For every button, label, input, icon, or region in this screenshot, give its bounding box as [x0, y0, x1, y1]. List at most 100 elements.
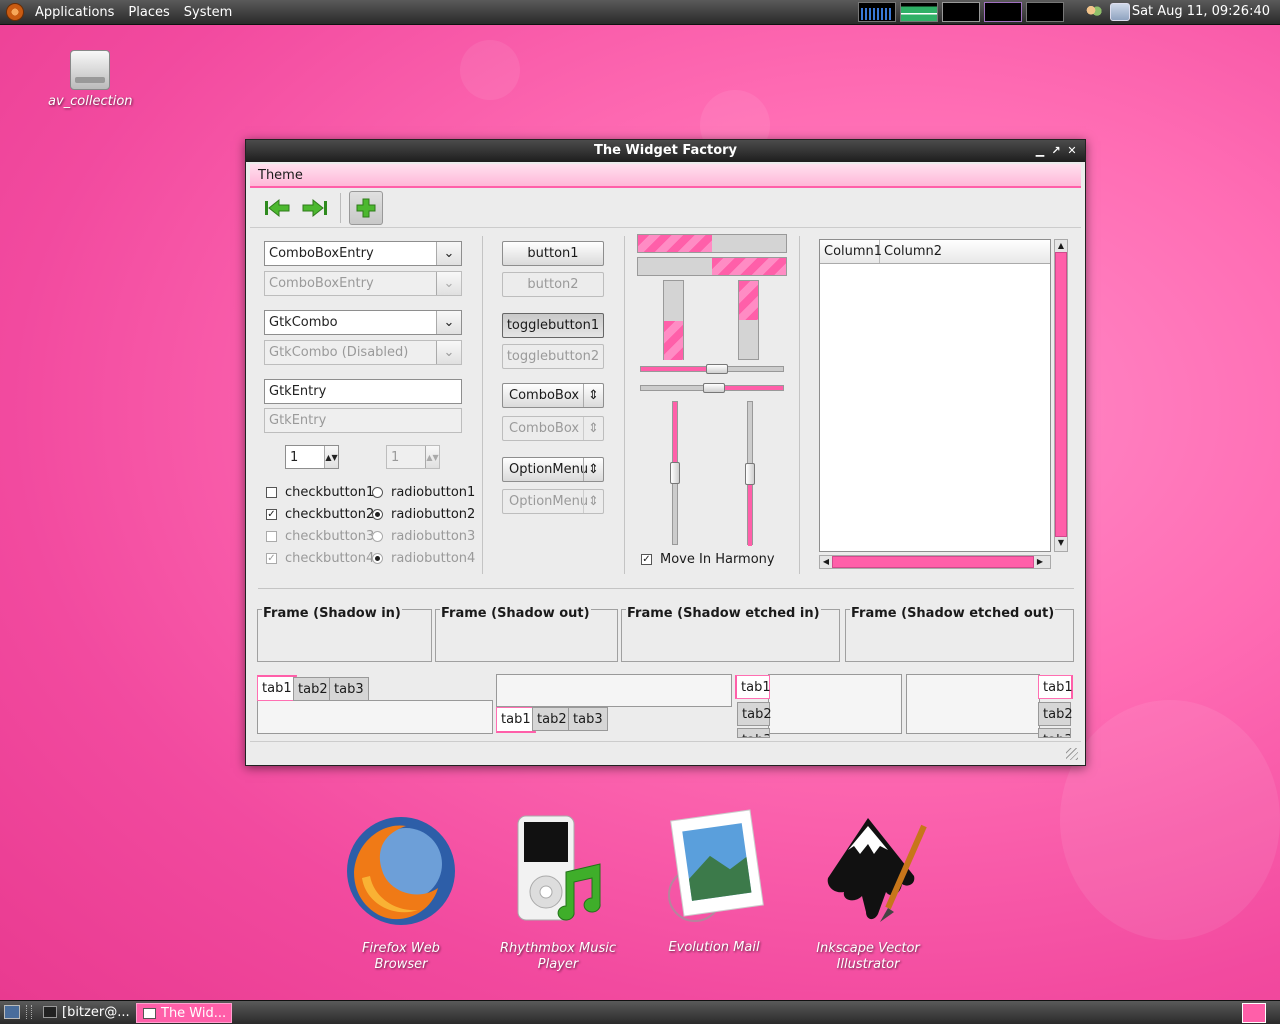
network-icon[interactable] — [1110, 3, 1130, 21]
gtkentry-value: GtkEntry — [269, 384, 327, 399]
tree-hscrollbar[interactable]: ◀ ▶ — [819, 555, 1051, 569]
checkbutton2[interactable]: ✓ checkbutton2 — [266, 507, 374, 522]
network-monitor-graph[interactable] — [942, 2, 980, 22]
chevron-down-icon[interactable]: ⌄ — [436, 242, 461, 265]
task-terminal[interactable]: [bitzer@... — [38, 1003, 130, 1023]
add-icon — [356, 198, 376, 217]
menu-theme[interactable]: Theme — [258, 168, 303, 183]
notebook-top-tab3[interactable]: tab3 — [329, 677, 369, 701]
launcher-evolution[interactable]: Evolution Mail — [655, 805, 773, 956]
workspace-switcher[interactable] — [1242, 1003, 1266, 1023]
swap-monitor-graph[interactable] — [984, 2, 1022, 22]
system-monitors[interactable] — [858, 2, 1064, 22]
checkbutton4-label: checkbutton4 — [285, 551, 375, 566]
launcher-rhythmbox[interactable]: Rhythmbox Music Player — [497, 812, 619, 973]
menu-places[interactable]: Places — [121, 5, 176, 20]
scale-knob[interactable] — [703, 383, 725, 393]
scrollbar-thumb[interactable] — [1055, 252, 1067, 537]
launcher-inkscape[interactable]: Inkscape Vector Illustrator — [806, 812, 930, 973]
notebook-left-tab2[interactable]: tab2 — [737, 702, 772, 726]
scale-knob[interactable] — [745, 463, 755, 485]
notebook-left-tab3[interactable]: tab3 — [737, 728, 770, 738]
frame-label: Frame (Shadow etched in) — [626, 606, 821, 621]
scroll-right-icon[interactable]: ▶ — [1034, 556, 1046, 568]
spin-button-disabled: 1 ▲▼ — [386, 445, 440, 469]
users-icon[interactable] — [1084, 3, 1104, 21]
spin-arrows-icon[interactable]: ▲▼ — [324, 446, 338, 468]
launcher-label: Inkscape Vector Illustrator — [816, 941, 920, 972]
resize-grip-icon[interactable] — [1066, 748, 1078, 760]
scale-knob[interactable] — [670, 462, 680, 484]
combobox-disabled-value: ComboBox — [509, 421, 580, 436]
clock[interactable]: Sat Aug 11, 09:26:40 — [1132, 4, 1270, 19]
vscale-1[interactable] — [670, 401, 680, 545]
menu-system[interactable]: System — [177, 5, 239, 20]
scroll-left-icon[interactable]: ◀ — [820, 556, 832, 568]
hscale-2[interactable] — [640, 383, 784, 393]
menubar: Theme — [250, 164, 1081, 188]
close-icon[interactable]: ✕ — [1067, 140, 1077, 162]
scale-knob[interactable] — [706, 364, 728, 374]
menu-applications[interactable]: Applications — [28, 5, 121, 20]
radio-selected-icon — [372, 509, 383, 520]
notebook-bottom-tab2[interactable]: tab2 — [532, 707, 572, 731]
button1[interactable]: button1 — [502, 241, 604, 266]
gtkcombo-value: GtkCombo — [269, 315, 338, 330]
radiobutton1[interactable]: radiobutton1 — [372, 485, 475, 500]
load-monitor-graph[interactable] — [1026, 2, 1064, 22]
combobox-entry[interactable]: ComboBoxEntry ⌄ — [264, 241, 462, 266]
system-tray — [1084, 3, 1130, 21]
desktop-icon-drive[interactable]: av_collection — [48, 50, 133, 109]
notebook-left-tab1[interactable]: tab1 — [735, 675, 771, 699]
main-menu: Applications Places System — [0, 0, 239, 24]
tree-view[interactable]: Column1 Column2 — [819, 239, 1051, 552]
notebook-right-tab3[interactable]: tab3 — [1038, 728, 1071, 738]
checkbutton1[interactable]: checkbutton1 — [266, 485, 374, 500]
combobox-entry-disabled: ComboBoxEntry ⌄ — [264, 271, 462, 296]
show-desktop-icon[interactable] — [4, 1005, 20, 1019]
tree-vscrollbar[interactable]: ▲ ▼ — [1054, 239, 1068, 552]
notebook-bottom-tab1[interactable]: tab1 — [496, 707, 536, 733]
memory-monitor-graph[interactable] — [900, 2, 938, 22]
distro-logo-icon[interactable] — [6, 3, 24, 21]
notebook-top-tab1[interactable]: tab1 — [257, 675, 297, 701]
notebook-right-tab1[interactable]: tab1 — [1038, 675, 1073, 699]
option-menu[interactable]: OptionMenu ⇕ — [502, 457, 604, 482]
hscale-1[interactable] — [640, 364, 784, 374]
togglebutton1[interactable]: togglebutton1 — [502, 313, 604, 338]
combobox-entry-value: ComboBoxEntry — [269, 246, 374, 261]
move-in-harmony-check[interactable]: ✓ Move In Harmony — [641, 552, 775, 567]
gtkcombo[interactable]: GtkCombo ⌄ — [264, 310, 462, 335]
scrollbar-thumb[interactable] — [832, 556, 1034, 568]
checkbutton2-label: checkbutton2 — [285, 507, 375, 522]
column2-header[interactable]: Column2 — [880, 240, 942, 263]
minimize-icon[interactable]: ▁ — [1035, 140, 1045, 162]
spin-button[interactable]: 1 ▲▼ — [285, 445, 339, 469]
task-widget-factory[interactable]: The Wid... — [136, 1003, 232, 1023]
top-panel: Applications Places System Sat Aug 11, 0… — [0, 0, 1280, 25]
chevron-down-icon[interactable]: ⌄ — [436, 311, 461, 334]
scroll-down-icon[interactable]: ▼ — [1055, 537, 1067, 549]
launcher-firefox[interactable]: Firefox Web Browser — [336, 812, 466, 973]
gtkentry[interactable]: GtkEntry — [264, 379, 462, 404]
toolbar — [250, 188, 1081, 228]
go-first-button[interactable] — [260, 191, 294, 225]
maximize-icon[interactable]: ↗ — [1051, 140, 1061, 162]
notebook-right-tab2[interactable]: tab2 — [1038, 702, 1073, 726]
notebook-bottom-tab3[interactable]: tab3 — [568, 707, 608, 731]
radiobutton2[interactable]: radiobutton2 — [372, 507, 475, 522]
frame-label: Frame (Shadow etched out) — [850, 606, 1056, 621]
radiobutton4: radiobutton4 — [372, 551, 475, 566]
go-last-button[interactable] — [298, 191, 332, 225]
progress-bar-v1 — [663, 280, 684, 360]
column1-header[interactable]: Column1 — [820, 240, 882, 263]
combobox[interactable]: ComboBox ⇕ — [502, 383, 604, 408]
vscale-2[interactable] — [745, 401, 755, 546]
window-titlebar[interactable]: The Widget Factory ▁ ↗ ✕ — [246, 140, 1085, 162]
column-separator — [482, 236, 483, 574]
notebook-top-tab2[interactable]: tab2 — [293, 677, 333, 701]
scroll-up-icon[interactable]: ▲ — [1055, 240, 1067, 252]
cpu-monitor-graph[interactable] — [858, 2, 896, 22]
panel-handle-icon[interactable] — [26, 1005, 32, 1019]
add-button[interactable] — [349, 190, 383, 225]
